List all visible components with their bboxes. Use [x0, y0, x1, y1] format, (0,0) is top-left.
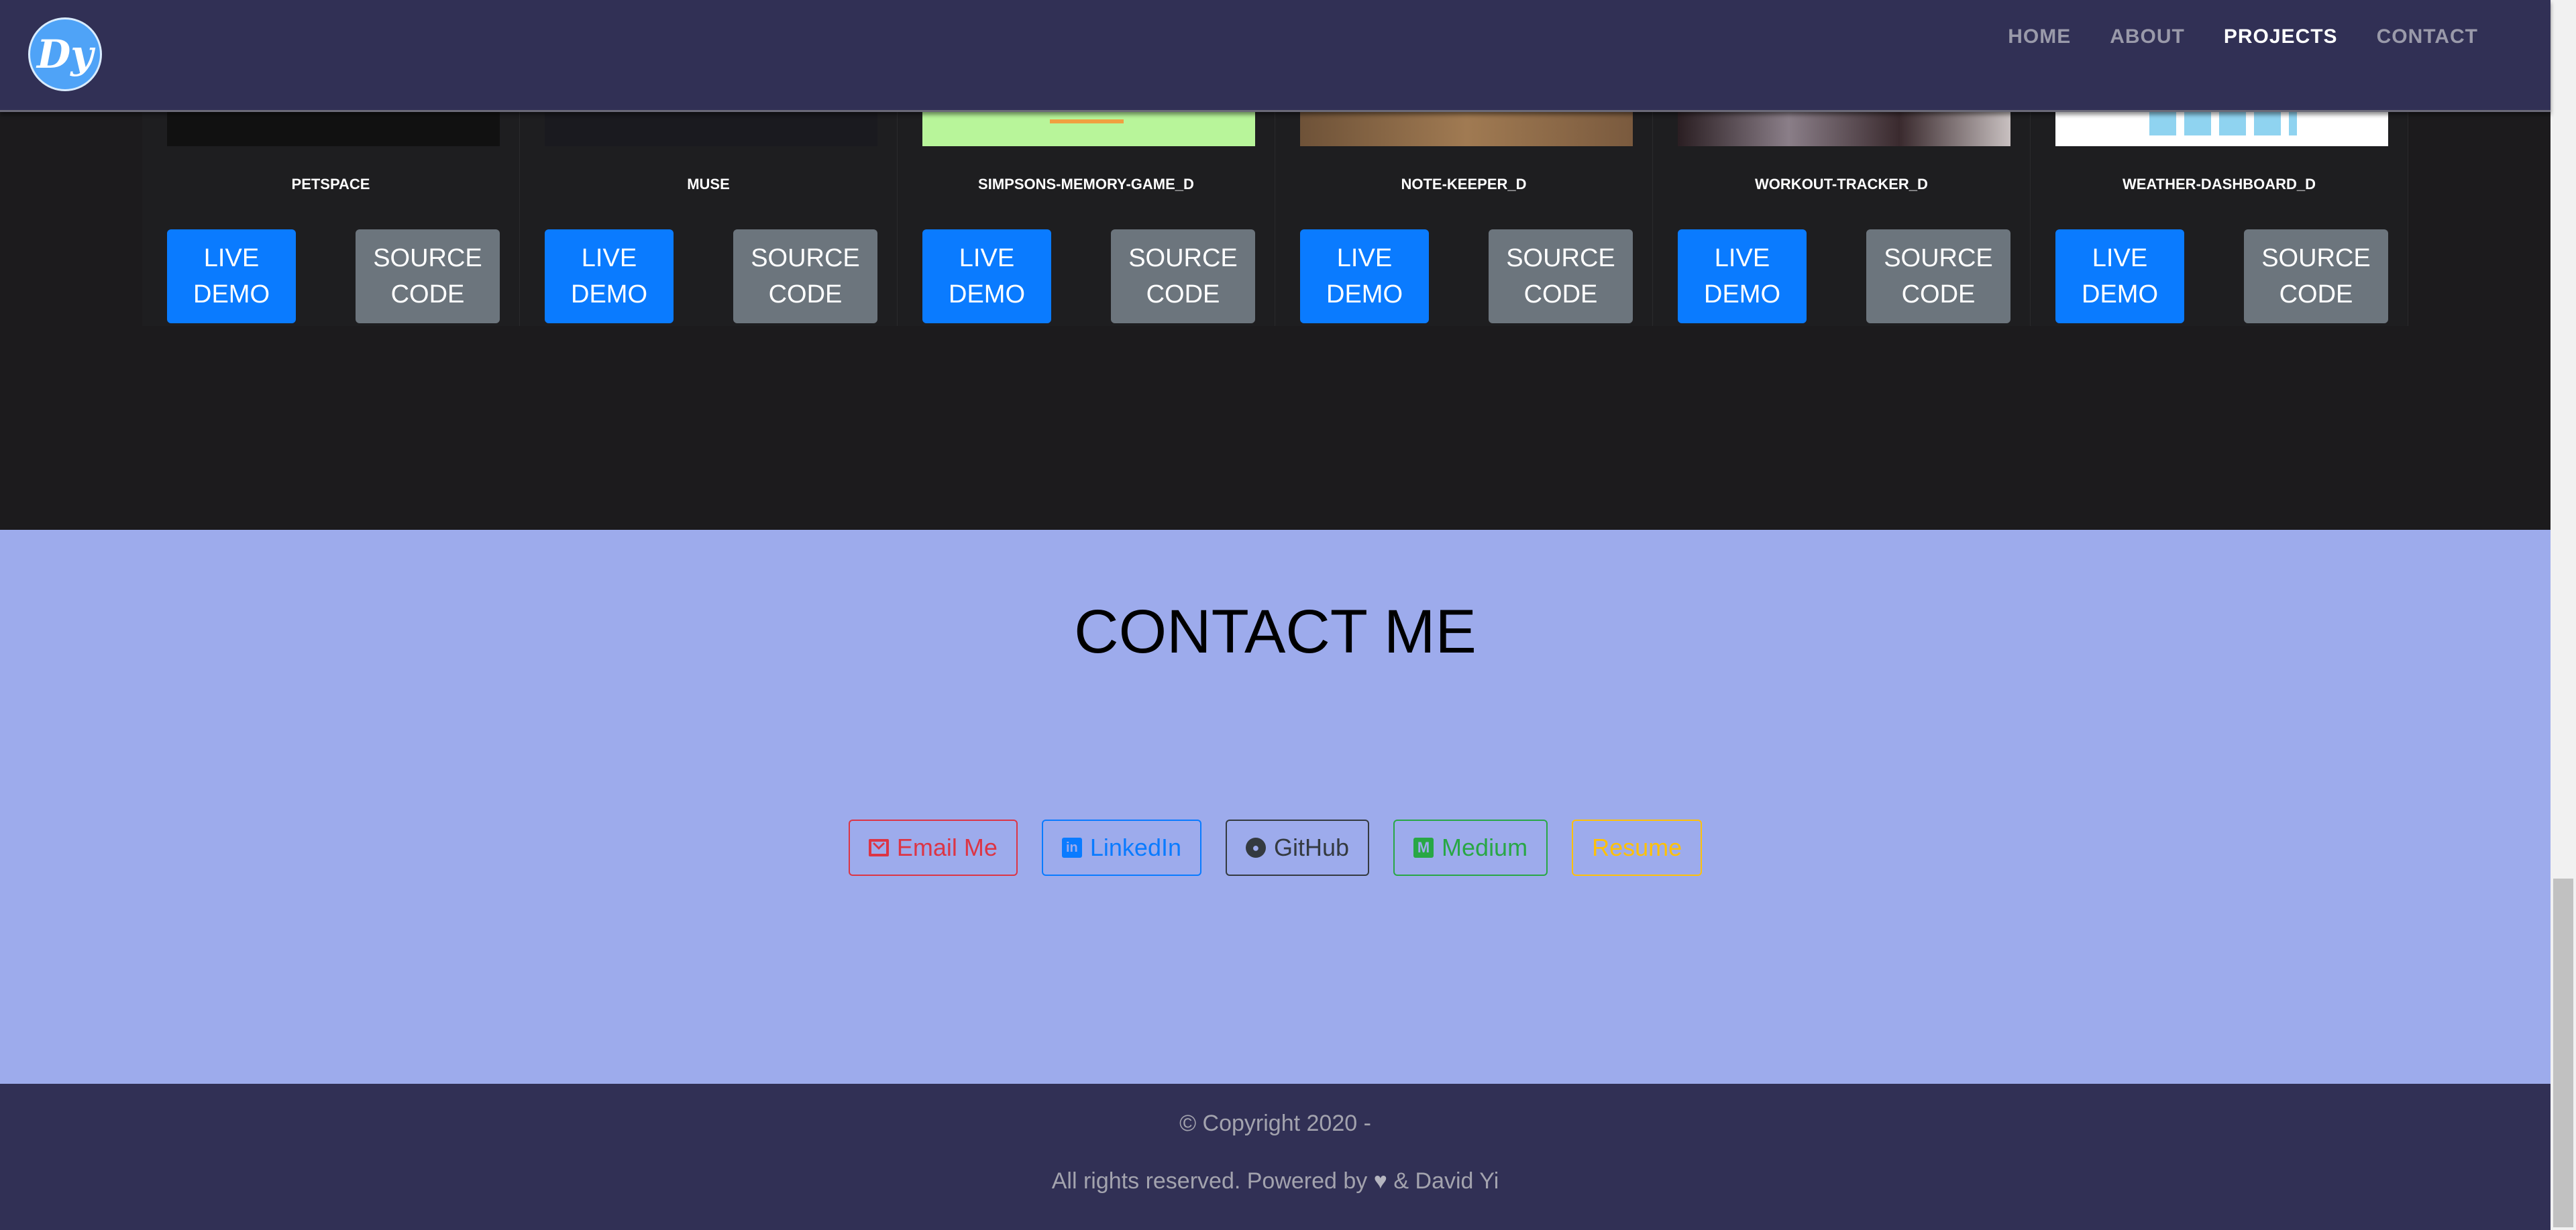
- button-label: CODE: [1901, 280, 1976, 309]
- button-label: CODE: [2279, 280, 2353, 309]
- source-code-button[interactable]: SOURCE CODE: [1489, 229, 1633, 323]
- nav-link-about[interactable]: ABOUT: [2110, 25, 2185, 48]
- medium-button[interactable]: M Medium: [1393, 820, 1548, 876]
- live-demo-button[interactable]: LIVE DEMO: [167, 229, 296, 323]
- resume-button[interactable]: Resume: [1572, 820, 1703, 876]
- email-me-button[interactable]: Email Me: [848, 820, 1018, 876]
- project-title: WEATHER-DASHBOARD_D: [2122, 176, 2316, 192]
- live-demo-button[interactable]: LIVE DEMO: [2055, 229, 2184, 323]
- source-code-button[interactable]: SOURCE CODE: [1111, 229, 1255, 323]
- linkedin-icon: in: [1061, 838, 1082, 858]
- scrollbar-thumb[interactable]: [2553, 879, 2573, 1227]
- navbar: Dy HOME ABOUT PROJECTS CONTACT: [0, 0, 2551, 112]
- project-card: MUSE LIVE DEMO SOURCE CODE: [520, 101, 898, 326]
- footer: © Copyright 2020 - All rights reserved. …: [0, 1084, 2551, 1230]
- rights-text: All rights reserved. Powered by ♥ & Davi…: [0, 1168, 2551, 1194]
- button-label: SOURCE: [751, 244, 860, 272]
- button-label: LIVE: [1336, 244, 1393, 272]
- contact-title: CONTACT ME: [1074, 598, 1477, 666]
- button-label: DEMO: [571, 280, 647, 309]
- copyright-text: © Copyright 2020 -: [1179, 1111, 1371, 1136]
- email-me-label: Email Me: [896, 834, 998, 861]
- heart-icon: ♥: [1373, 1168, 1387, 1194]
- live-demo-button[interactable]: LIVE DEMO: [1678, 229, 1807, 323]
- rights-prefix: All rights reserved. Powered by: [1051, 1168, 1368, 1194]
- project-title: SIMPSONS-MEMORY-GAME_D: [978, 176, 1194, 192]
- live-demo-button[interactable]: LIVE DEMO: [545, 229, 674, 323]
- nav-link-contact[interactable]: CONTACT: [2377, 25, 2478, 48]
- button-label: DEMO: [1704, 280, 1780, 309]
- resume-label: Resume: [1592, 834, 1682, 861]
- project-title: WORKOUT-TRACKER_D: [1755, 176, 1928, 192]
- source-code-button[interactable]: SOURCE CODE: [2244, 229, 2388, 323]
- github-button[interactable]: ● GitHub: [1225, 820, 1370, 876]
- project-title: NOTE-KEEPER_D: [1401, 176, 1527, 192]
- github-label: GitHub: [1273, 834, 1350, 861]
- source-code-button[interactable]: SOURCE CODE: [356, 229, 500, 323]
- button-label: LIVE: [581, 244, 637, 272]
- project-title: PETSPACE: [291, 176, 370, 192]
- button-label: LIVE: [959, 244, 1015, 272]
- project-card: WEATHER-DASHBOARD_D LIVE DEMO SOURCE CODE: [2031, 101, 2408, 326]
- button-label: CODE: [1523, 280, 1598, 309]
- button-label: SOURCE: [1128, 244, 1238, 272]
- button-label: DEMO: [193, 280, 270, 309]
- button-label: DEMO: [949, 280, 1025, 309]
- button-label: SOURCE: [373, 244, 482, 272]
- source-code-button[interactable]: SOURCE CODE: [1866, 229, 2010, 323]
- nav-link-home[interactable]: HOME: [2008, 25, 2071, 48]
- button-label: SOURCE: [1506, 244, 1615, 272]
- medium-icon: M: [1413, 838, 1434, 858]
- button-label: CODE: [1146, 280, 1220, 309]
- button-label: SOURCE: [1884, 244, 1993, 272]
- button-label: CODE: [390, 280, 465, 309]
- linkedin-button[interactable]: in LinkedIn: [1041, 820, 1201, 876]
- button-label: LIVE: [1714, 244, 1770, 272]
- project-cards: PETSPACE LIVE DEMO SOURCE CODE MUSE LIVE DE…: [142, 101, 2408, 326]
- envelope-icon: [868, 839, 889, 856]
- contact-links: Email Me in LinkedIn ● GitHub M Medium R…: [0, 820, 2551, 876]
- medium-label: Medium: [1442, 834, 1528, 861]
- button-label: DEMO: [1326, 280, 1403, 309]
- source-code-button[interactable]: SOURCE CODE: [733, 229, 877, 323]
- scrollbar[interactable]: [2551, 0, 2576, 1230]
- rights-suffix: & David Yi: [1393, 1168, 1499, 1194]
- button-label: CODE: [768, 280, 843, 309]
- live-demo-button[interactable]: LIVE DEMO: [1300, 229, 1429, 323]
- button-label: DEMO: [2082, 280, 2158, 309]
- project-title: MUSE: [687, 176, 730, 192]
- button-label: SOURCE: [2261, 244, 2371, 272]
- button-label: LIVE: [203, 244, 260, 272]
- project-card: PETSPACE LIVE DEMO SOURCE CODE: [142, 101, 520, 326]
- project-card: NOTE-KEEPER_D LIVE DEMO SOURCE CODE: [1275, 101, 1653, 326]
- github-icon: ●: [1245, 838, 1266, 858]
- button-label: LIVE: [2092, 244, 2148, 272]
- linkedin-label: LinkedIn: [1089, 834, 1181, 861]
- nav-links: HOME ABOUT PROJECTS CONTACT: [2008, 25, 2478, 48]
- nav-link-projects[interactable]: PROJECTS: [2224, 25, 2338, 48]
- project-card: WORKOUT-TRACKER_D LIVE DEMO SOURCE CODE: [1653, 101, 2031, 326]
- logo[interactable]: Dy: [28, 17, 102, 91]
- contact-section: CONTACT ME Email Me in LinkedIn ● GitHub…: [0, 530, 2551, 1084]
- project-card: SIMPSONS-MEMORY-GAME_D LIVE DEMO SOURCE CO…: [898, 101, 1275, 326]
- live-demo-button[interactable]: LIVE DEMO: [922, 229, 1051, 323]
